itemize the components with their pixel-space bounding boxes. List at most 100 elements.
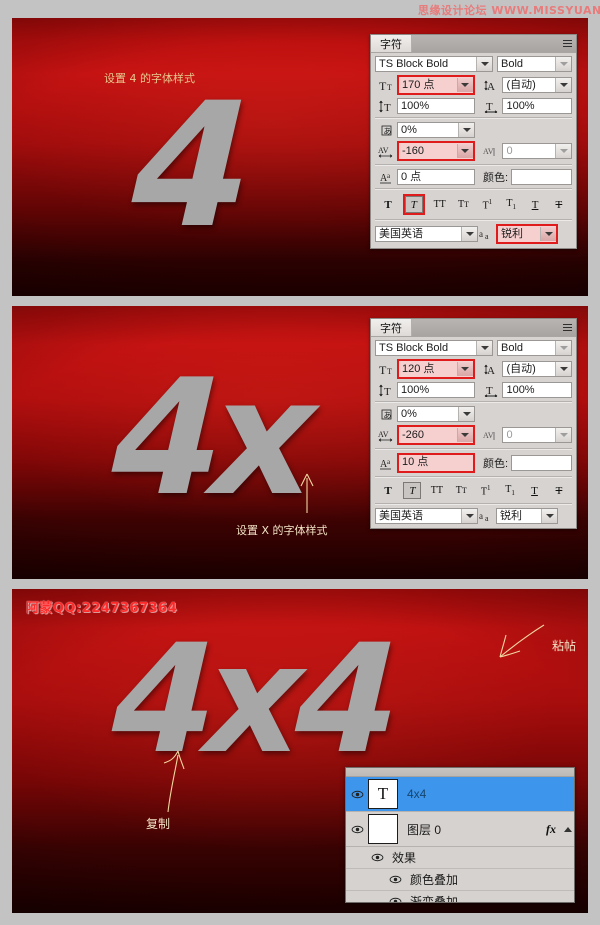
scale-row: T 100% T 100% <box>375 98 572 114</box>
tracking-row: AV -160 AV 0 <box>375 141 572 161</box>
vertical-scale-input[interactable]: 100% <box>397 382 475 398</box>
effect-row-color-overlay[interactable]: 颜色叠加 <box>346 869 574 891</box>
layer-visibility-toggle[interactable] <box>346 790 368 799</box>
anti-alias-select[interactable]: 锐利 <box>496 508 558 524</box>
leading-value: (自动) <box>506 363 536 375</box>
chevron-down-icon[interactable] <box>476 57 492 71</box>
tsume-select[interactable]: 0% <box>397 122 475 138</box>
horizontal-scale-input[interactable]: 100% <box>502 382 572 398</box>
anti-alias-select[interactable]: 锐利 <box>498 226 556 242</box>
font-style-select[interactable]: Bold <box>497 340 572 356</box>
chevron-down-icon[interactable] <box>461 227 477 241</box>
svg-text:a: a <box>479 229 483 239</box>
font-family-select[interactable]: TS Block Bold <box>375 56 493 72</box>
language-select[interactable]: 美国英语 <box>375 226 478 242</box>
tracking-highlight: -260 <box>397 425 475 445</box>
horizontal-scale-input[interactable]: 100% <box>502 98 572 114</box>
artwork-text-step-2: 4x <box>90 344 330 531</box>
layer-visibility-toggle[interactable] <box>346 825 368 834</box>
anti-alias-value: 锐利 <box>500 510 522 522</box>
layer-thumbnail-blank[interactable] <box>368 814 398 844</box>
chevron-down-icon[interactable] <box>456 362 473 376</box>
font-size-input[interactable]: 120 点 <box>399 361 473 377</box>
style-faux-italic-button[interactable]: T <box>404 196 423 213</box>
layers-palette[interactable]: T 4x4 图层 0 fx 效果 颜色叠加 渐变叠加 <box>345 767 575 903</box>
effect-visibility-toggle[interactable] <box>384 897 406 902</box>
leading-select[interactable]: (自动) <box>502 361 572 377</box>
effects-visibility-toggle[interactable] <box>366 853 388 862</box>
chevron-down-icon[interactable] <box>555 57 571 71</box>
palette-tab-character[interactable]: 字符 <box>371 35 412 52</box>
text-color-swatch[interactable] <box>511 455 572 471</box>
layer-name[interactable]: 图层 0 <box>398 821 540 838</box>
chevron-down-icon[interactable] <box>555 341 571 355</box>
layer-row-text[interactable]: T 4x4 <box>346 777 574 812</box>
chevron-down-icon[interactable] <box>458 407 474 421</box>
layer-row-background[interactable]: 图层 0 fx <box>346 812 574 847</box>
style-faux-italic-highlight: T <box>402 194 425 215</box>
font-family-select[interactable]: TS Block Bold <box>375 340 493 356</box>
style-underline-button[interactable]: T <box>526 482 544 499</box>
artwork-text-step-3: 4x4 <box>91 613 411 787</box>
layer-effects-fx-icon[interactable]: fx <box>540 822 562 837</box>
text-color-swatch[interactable] <box>511 169 572 185</box>
chevron-down-icon[interactable] <box>456 78 473 92</box>
kerning-select[interactable]: 0 <box>502 143 572 159</box>
baseline-shift-input[interactable]: 10 点 <box>399 455 473 471</box>
language-select[interactable]: 美国英语 <box>375 508 478 524</box>
style-all-caps-button[interactable]: TT <box>431 196 449 213</box>
vertical-scale-input[interactable]: 100% <box>397 98 475 114</box>
chevron-down-icon[interactable] <box>555 428 571 442</box>
svg-text:T: T <box>384 386 391 397</box>
style-superscript-button[interactable]: T1 <box>477 482 495 499</box>
style-strikethrough-button[interactable]: T <box>550 196 568 213</box>
chevron-down-icon[interactable] <box>458 123 474 137</box>
kerning-select[interactable]: 0 <box>502 427 572 443</box>
palette-menu-icon[interactable] <box>558 35 576 52</box>
tutorial-step-1: 设置 4 的字体样式 4 字符 TS Block Bold Bold T T 1… <box>12 18 588 296</box>
style-all-caps-button[interactable]: TT <box>428 482 446 499</box>
style-faux-bold-button[interactable]: T <box>379 482 397 499</box>
tracking-input[interactable]: -160 <box>399 143 473 159</box>
style-faux-bold-button[interactable]: T <box>379 196 397 213</box>
chevron-down-icon[interactable] <box>461 509 477 523</box>
layer-thumbnail-text[interactable]: T <box>368 779 398 809</box>
chevron-down-icon[interactable] <box>555 78 571 92</box>
vertical-scale-icon: T <box>375 98 397 114</box>
style-underline-button[interactable]: T <box>526 196 544 213</box>
baseline-shift-icon: Aa <box>375 169 397 185</box>
tracking-highlight: -160 <box>397 141 475 161</box>
character-palette-step-2[interactable]: 字符 TS Block Bold Bold TT 120 点 A (自动) T … <box>370 318 577 529</box>
chevron-down-icon[interactable] <box>476 341 492 355</box>
style-subscript-button[interactable]: T1 <box>501 482 519 499</box>
style-superscript-button[interactable]: T1 <box>478 196 496 213</box>
layer-name[interactable]: 4x4 <box>398 787 574 801</box>
chevron-down-icon[interactable] <box>456 428 473 442</box>
style-faux-italic-button[interactable]: T <box>403 482 422 499</box>
palette-tab-character[interactable]: 字符 <box>371 319 412 336</box>
chevron-down-icon[interactable] <box>540 227 556 241</box>
effect-visibility-toggle[interactable] <box>384 875 406 884</box>
style-subscript-button[interactable]: T1 <box>502 196 520 213</box>
tracking-input[interactable]: -260 <box>399 427 473 443</box>
chevron-down-icon[interactable] <box>456 144 473 158</box>
font-size-input[interactable]: 170 点 <box>399 77 473 93</box>
effects-group-row[interactable]: 效果 <box>346 847 574 869</box>
palette-menu-icon[interactable] <box>558 319 576 336</box>
color-label: 颜色: <box>483 458 509 470</box>
font-row: TS Block Bold Bold <box>375 340 572 356</box>
tsume-select[interactable]: 0% <box>397 406 475 422</box>
effect-row-gradient-overlay[interactable]: 渐变叠加 <box>346 891 574 902</box>
leading-select[interactable]: (自动) <box>502 77 572 93</box>
chevron-up-icon[interactable] <box>562 826 574 832</box>
chevron-down-icon[interactable] <box>555 362 571 376</box>
baseline-shift-input[interactable]: 0 点 <box>397 169 475 185</box>
font-style-select[interactable]: Bold <box>497 56 572 72</box>
chevron-down-icon[interactable] <box>555 144 571 158</box>
style-strikethrough-button[interactable]: T <box>550 482 568 499</box>
style-small-caps-button[interactable]: TT <box>452 482 470 499</box>
chevron-down-icon[interactable] <box>541 509 557 523</box>
baseline-shift-highlight: 10 点 <box>397 453 475 473</box>
style-small-caps-button[interactable]: TT <box>455 196 473 213</box>
character-palette-step-1[interactable]: 字符 TS Block Bold Bold TT 170 点 A (自动) T … <box>370 34 577 249</box>
